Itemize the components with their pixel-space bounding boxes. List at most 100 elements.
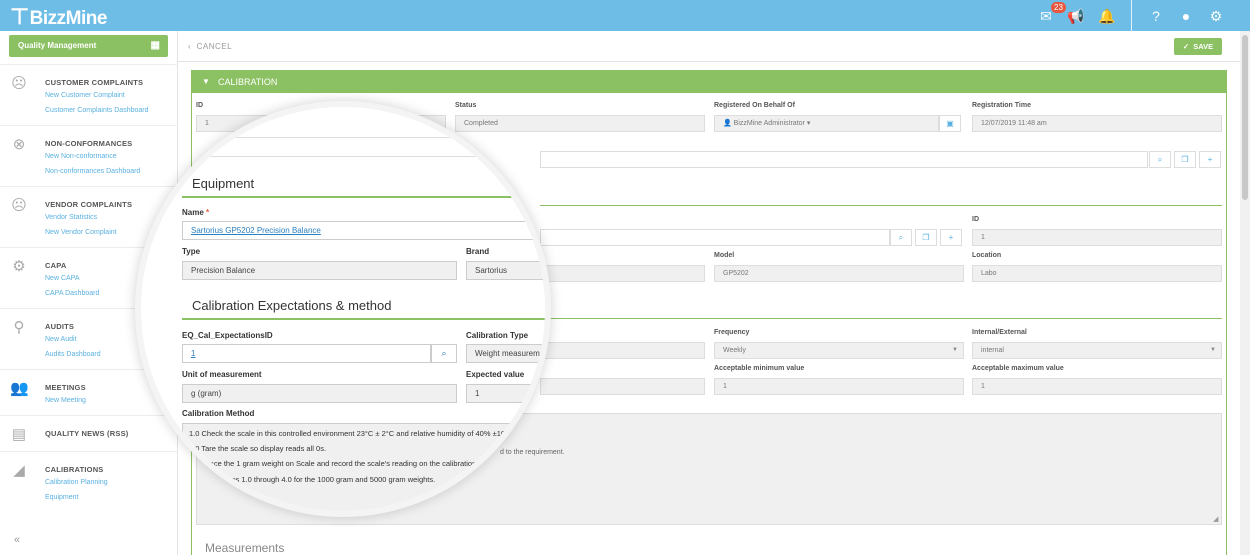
save-button[interactable]: ✓ SAVE [1174,38,1222,55]
news-icon: ▤ [11,426,27,443]
equipment-id-field[interactable]: 1 [972,229,1222,246]
internal-external-select[interactable]: internal ▼ [972,342,1222,359]
resize-handle-icon[interactable]: ◢ [1213,515,1218,523]
calibration-panel-header[interactable]: ▼ CALIBRATION [192,71,1226,93]
registration-time-field[interactable]: 12/07/2019 11:48 am [972,115,1222,132]
help-icon[interactable]: ? [1147,7,1165,25]
model-label: Model [714,252,735,259]
copy-icon[interactable]: ❐ [915,229,937,246]
section-divider [540,318,1222,319]
sidebar-link-new-vendor-complaint[interactable]: New Vendor Complaint [45,229,117,236]
section-divider [540,205,1222,206]
unit-of-measurement-label: Unit of measurement [182,370,262,379]
acceptable-min-label: Acceptable minimum value [714,365,805,372]
brand-field-bg[interactable] [540,265,705,282]
sidebar-section-title: CUSTOMER COMPLAINTS [45,78,144,87]
module-selector-button[interactable]: Quality Management ▦ [9,35,168,57]
calibration-type-field-bg[interactable] [540,342,705,359]
sidebar-section-non-conformances: ⊗ NON-CONFORMANCES New Non-conformance N… [0,125,178,186]
copy-icon[interactable]: ❐ [1174,151,1196,168]
chevron-down-icon: ▼ [952,347,958,353]
status-field[interactable]: Completed [455,115,705,132]
id-label: ID [196,102,203,109]
sidebar-link-customer-complaints-dashboard[interactable]: Customer Complaints Dashboard [45,107,149,114]
sidebar-section-title: AUDITS [45,322,75,331]
sidebar-section-title: QUALITY NEWS (RSS) [45,429,129,438]
brand-field[interactable]: Sartorius [466,261,545,280]
group-icon: 👥 [10,380,29,397]
sidebar-link-equipment[interactable]: Equipment [45,494,78,501]
grid-icon: ▦ [150,40,160,51]
type-field[interactable]: Precision Balance [182,261,457,280]
megaphone-icon[interactable]: 📢 [1067,7,1085,25]
top-bar: ⊤BizzMine ✉ 23 📢 🔔 ? ● ⚙ [0,0,1250,31]
frequency-label: Frequency [714,329,750,336]
sidebar-link-calibration-planning[interactable]: Calibration Planning [45,479,108,486]
equipment-name-field-bg[interactable] [540,229,890,246]
sidebar-link-vendor-statistics[interactable]: Vendor Statistics [45,214,97,221]
calibration-equipment-field[interactable] [540,151,1148,168]
search-icon[interactable]: ⌕ [1149,151,1171,168]
sidebar-link-capa-dashboard[interactable]: CAPA Dashboard [45,290,99,297]
sidebar-section-title: NON-CONFORMANCES [45,139,133,148]
zoom-name-label: Name * [182,208,210,217]
sidebar-section-title: VENDOR COMPLAINTS [45,200,133,209]
lookup-users-button[interactable]: ▣ [939,115,961,132]
calibration-expectations-heading: Calibration Expectations & method [192,298,392,313]
status-label: Status [455,102,477,109]
sidebar-section-calibrations: ◢ CALIBRATIONS Calibration Planning Equi… [0,451,178,511]
expected-value-field-bg[interactable] [540,378,705,395]
location-field[interactable]: Labo [972,265,1222,282]
model-field[interactable]: GP5202 [714,265,964,282]
gear-icon[interactable]: ⚙ [1207,7,1225,25]
search-icon[interactable]: ⌕ [890,229,912,246]
sidebar-link-non-conformances-dashboard[interactable]: Non-conformances Dashboard [45,168,140,175]
sidebar-link-new-non-conformance[interactable]: New Non-conformance [45,153,117,160]
sidebar-section-quality-news[interactable]: ▤ QUALITY NEWS (RSS) [0,415,178,451]
sidebar-section-title: MEETINGS [45,383,86,392]
method-line: Place the 1 gram weight on Scale and rec… [203,459,477,468]
bizzmine-logo[interactable]: ⊤BizzMine [10,4,107,30]
sidebar-link-new-capa[interactable]: New CAPA [45,275,80,282]
sidebar-link-new-audit[interactable]: New Audit [45,336,77,343]
expectations-id-field[interactable]: 1 [182,344,431,363]
bell-icon[interactable]: 🔔 [1098,7,1116,25]
search-icon[interactable]: ⌕ [431,344,457,363]
zoom-magnifier: Equipment Name * Sartorius GP5202 Precis… [135,101,551,517]
registered-on-behalf-label: Registered On Behalf Of [714,102,795,109]
zoom-section-line [182,196,545,198]
sidebar-link-audits-dashboard[interactable]: Audits Dashboard [45,351,101,358]
method-line: 2.0 Tare the scale so display reads all … [189,444,327,453]
acceptable-min-field[interactable]: 1 [714,378,964,395]
sidebar-link-new-customer-complaint[interactable]: New Customer Complaint [45,92,125,99]
topbar-divider [1131,0,1132,31]
zoom-calibration-field[interactable] [181,139,545,157]
equipment-name-field[interactable]: Sartorius GP5202 Precision Balance [182,221,545,240]
frequency-select[interactable]: Weekly ▼ [714,342,964,359]
calibration-type-field[interactable]: Weight measurement [466,344,545,363]
expected-value-field[interactable]: 1 [466,384,545,403]
sidebar-link-new-meeting[interactable]: New Meeting [45,397,86,404]
registered-on-behalf-field[interactable]: 👤 BizzMine Administrator ▾ [714,115,939,132]
collapse-sidebar-icon[interactable]: « [14,534,20,546]
zoom-section-line [182,318,545,320]
equipment-name-link[interactable]: Sartorius GP5202 Precision Balance [191,226,321,235]
method-line: 1.0 Check the scale in this controlled e… [189,429,506,438]
notification-badge: 23 [1051,2,1066,13]
sidebar-section-title: CALIBRATIONS [45,465,104,474]
add-icon[interactable]: + [1199,151,1221,168]
unit-of-measurement-field[interactable]: g (gram) [182,384,457,403]
add-icon[interactable]: + [940,229,962,246]
expectations-id-label: EQ_Cal_ExpectationsID [182,331,273,340]
sad-face-icon: ☹ [11,75,27,92]
user-icon[interactable]: ● [1177,7,1195,25]
scrollbar-thumb[interactable] [1242,35,1248,200]
sidebar-section-customer-complaints: ☹ CUSTOMER COMPLAINTS New Customer Compl… [0,64,178,125]
alarm-x-icon: ⊗ [12,136,26,153]
sidebar-section-title: CAPA [45,261,67,270]
cancel-button[interactable]: ‹ CANCEL [188,42,232,51]
acceptable-max-field[interactable]: 1 [972,378,1222,395]
expectations-id-link[interactable]: 1 [191,349,195,358]
expected-value-label: Expected value [466,370,525,379]
equipment-id-label: ID [972,216,979,223]
